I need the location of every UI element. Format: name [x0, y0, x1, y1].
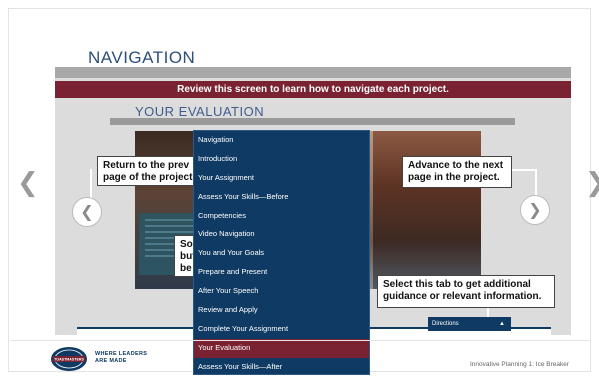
menu-item-navigation[interactable]: Navigation [194, 131, 369, 150]
callout-next-line2: page in the project. [408, 172, 500, 183]
callout-next-page: Advance to the next page in the project. [402, 156, 512, 188]
menu-item-review-and-apply[interactable]: Review and Apply [194, 301, 369, 320]
photo-person-right [373, 131, 481, 289]
menu-item-assess-skills-before[interactable]: Assess Your Skills—Before [194, 188, 369, 207]
slide-previous-button[interactable]: ❮ [72, 197, 102, 227]
callout-previous-page: Return to the prev page of the project [97, 156, 197, 186]
callout-tab-line1: Select this tab to get additional [383, 279, 531, 290]
callout-connector-left [90, 169, 92, 199]
slide-next-button[interactable]: ❯ [520, 195, 550, 225]
section-bar [110, 118, 515, 125]
menu-item-your-assignment[interactable]: Your Assignment [194, 169, 369, 188]
panel-top-bar [55, 67, 571, 78]
callout-tab-line2: guidance or relevant information. [383, 291, 542, 302]
menu-item-competencies[interactable]: Competencies [194, 207, 369, 226]
callout-previous-line1: Return to the prev [103, 160, 190, 171]
project-caption: Innovative Planning 1: Ice Breaker [470, 361, 570, 368]
chevron-right-icon: ❯ [528, 200, 542, 219]
directions-tab-label: Directions [432, 321, 459, 327]
callout-previous-line2: page of the project [103, 172, 193, 183]
callout-directions-tab: Select this tab to get additional guidan… [377, 275, 555, 308]
menu-item-complete-assignment[interactable]: Complete Your Assignment [194, 320, 369, 339]
previous-page-button[interactable]: ❮ [17, 170, 39, 196]
menu-item-assess-skills-after[interactable]: Assess Your Skills—After [194, 358, 369, 377]
toastmasters-logo: TOASTMASTERS [51, 347, 87, 371]
navigation-menu[interactable]: Navigation Introduction Your Assignment … [193, 130, 370, 375]
menu-item-video-navigation[interactable]: Video Navigation [194, 225, 369, 244]
menu-item-introduction[interactable]: Introduction [194, 150, 369, 169]
menu-item-you-and-your-goals[interactable]: You and Your Goals [194, 244, 369, 263]
directions-tab[interactable]: Directions ▲ [428, 317, 511, 331]
next-page-button[interactable]: ❯ [585, 170, 599, 196]
callout-connector-right [535, 169, 537, 197]
page-title: NAVIGATION [88, 48, 196, 67]
logo-text: TOASTMASTERS [54, 358, 84, 362]
footer-divider [10, 340, 590, 341]
caret-up-icon: ▲ [499, 321, 505, 327]
section-title: YOUR EVALUATION [135, 104, 265, 119]
chevron-left-icon: ❮ [80, 202, 94, 221]
footer-tagline: WHERE LEADERS ARE MADE [95, 351, 147, 365]
tagline-line2: ARE MADE [95, 358, 127, 364]
tagline-line1: WHERE LEADERS [95, 351, 148, 357]
callout-next-line1: Advance to the next [408, 160, 504, 171]
instruction-banner: Review this screen to learn how to navig… [55, 81, 571, 98]
callout-connector-right-horizontal [512, 169, 537, 171]
menu-item-your-evaluation[interactable]: Your Evaluation [194, 338, 369, 358]
menu-item-prepare-and-present[interactable]: Prepare and Present [194, 263, 369, 282]
menu-item-after-your-speech[interactable]: After Your Speech [194, 282, 369, 301]
tab-connector [487, 308, 489, 317]
